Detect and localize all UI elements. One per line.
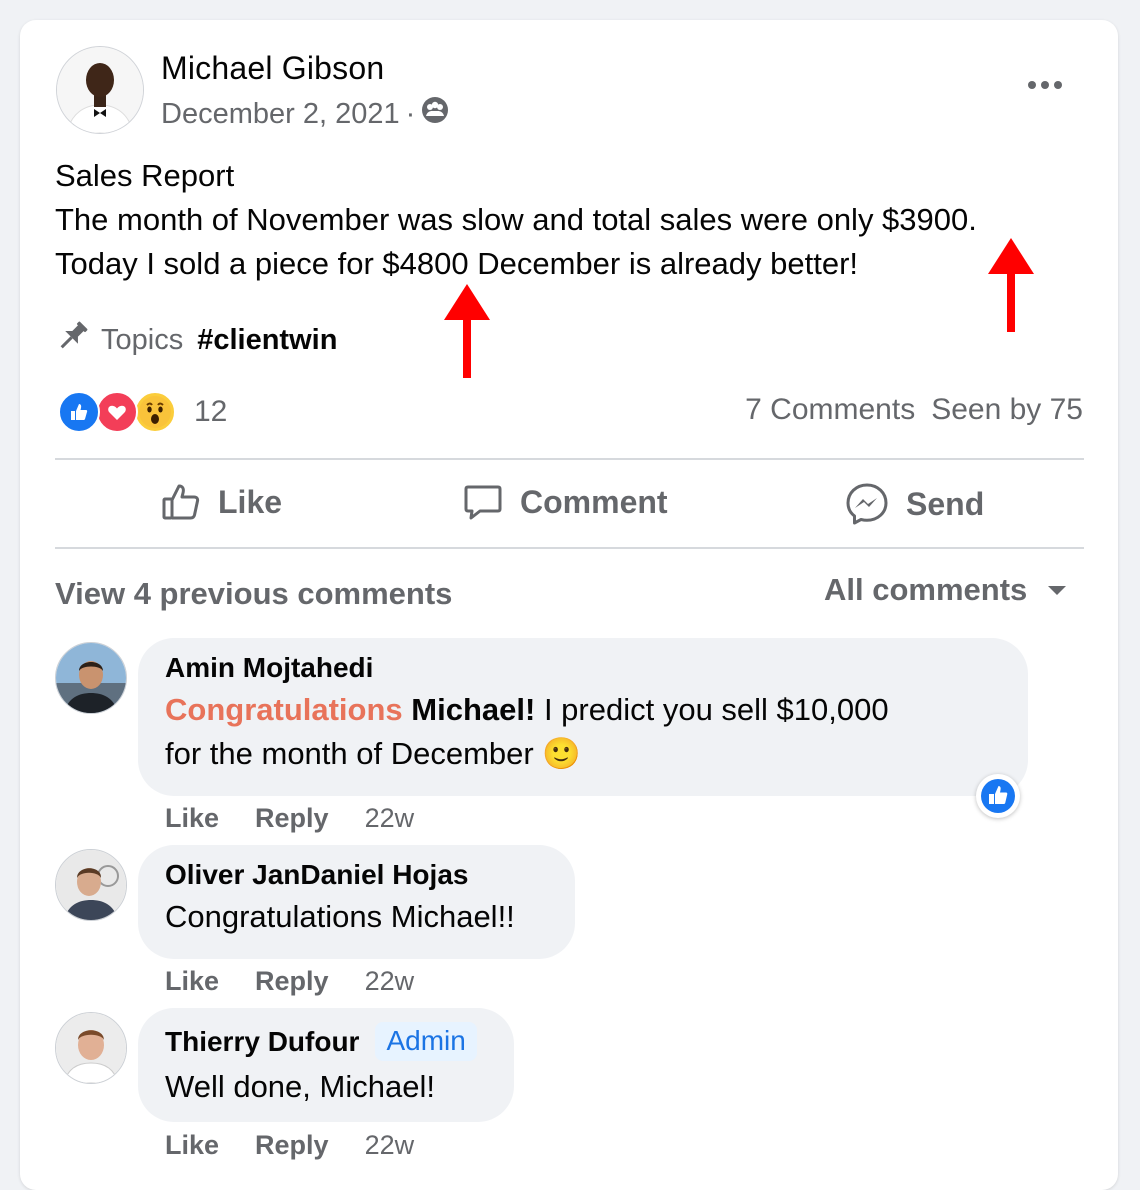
comment-like-link[interactable]: Like [165, 803, 219, 834]
topics-label: Topics [101, 323, 184, 356]
commenter-avatar[interactable] [55, 849, 127, 921]
comment-text-line2: for the month of December [165, 736, 534, 771]
wow-reaction-icon [134, 391, 176, 433]
congrats-highlight: Congratulations [165, 692, 403, 727]
author-avatar[interactable] [56, 46, 144, 134]
author-name[interactable]: Michael Gibson [161, 50, 384, 87]
comment-actions: Like Reply 22w [165, 966, 414, 997]
post-card: Michael Gibson December 2, 2021 · Sales … [20, 20, 1118, 1190]
pin-icon [55, 318, 91, 362]
comment-reply-link[interactable]: Reply [255, 966, 329, 997]
comment-actions: Like Reply 22w [165, 1130, 414, 1161]
like-reaction-icon [58, 391, 100, 433]
group-icon [421, 96, 449, 132]
commenter-name[interactable]: Thierry Dufour [165, 1026, 359, 1058]
post-title: Sales Report [55, 158, 235, 193]
admin-badge: Admin [375, 1022, 477, 1061]
messenger-icon [846, 483, 888, 525]
post-line: The month of November was slow and total… [55, 202, 977, 237]
comment-filter-label: All comments [824, 572, 1028, 607]
meta-separator: · [405, 97, 416, 130]
send-label: Send [906, 485, 985, 522]
comment-like-link[interactable]: Like [165, 1130, 219, 1161]
comment-bubble: Thierry Dufour Admin Well done, Michael! [138, 1008, 514, 1122]
comment-text: Well done, Michael! [165, 1069, 435, 1104]
divider [55, 458, 1084, 460]
comment-text: Congratulations Michael!! [165, 899, 515, 934]
comment-like-link[interactable]: Like [165, 966, 219, 997]
mention-michael[interactable]: Michael! [411, 692, 535, 727]
comment-reply-link[interactable]: Reply [255, 803, 329, 834]
send-button[interactable]: Send [844, 481, 984, 527]
commenter-name-row: Thierry Dufour Admin [165, 1022, 486, 1061]
smiley-emoji: 🙂 [542, 736, 581, 771]
comment-filter-dropdown[interactable]: All comments [824, 572, 1067, 608]
commenter-avatar[interactable] [55, 642, 127, 714]
annotation-arrow-icon [444, 284, 490, 378]
comment-text-rest: I predict you sell $10,000 [535, 692, 889, 727]
comments-count[interactable]: 7 Comments [745, 393, 915, 427]
reaction-count: 12 [194, 395, 228, 428]
post-text: Sales Report The month of November was s… [55, 154, 977, 286]
caret-down-icon [1048, 586, 1067, 595]
topic-tag[interactable]: #clientwin [197, 324, 337, 357]
more-icon [1028, 81, 1036, 89]
comment-bubble: Oliver JanDaniel Hojas Congratulations M… [138, 845, 575, 959]
comment-timestamp[interactable]: 22w [365, 966, 415, 997]
comment-actions: Like Reply 22w [165, 803, 414, 834]
commenter-avatar[interactable] [55, 1012, 127, 1084]
comment-like-reaction[interactable] [976, 774, 1020, 818]
thumbs-up-icon [162, 484, 200, 520]
post-meta: December 2, 2021 · [161, 96, 449, 132]
comment-button[interactable]: Comment [462, 481, 668, 523]
commenter-name[interactable]: Oliver JanDaniel Hojas [165, 859, 547, 891]
comment-timestamp[interactable]: 22w [365, 1130, 415, 1161]
comment-label: Comment [520, 483, 668, 520]
divider [55, 547, 1084, 549]
view-previous-comments[interactable]: View 4 previous comments [55, 576, 452, 612]
comment-text: Congratulations Michael! I predict you s… [165, 688, 1000, 776]
topics-row: Topics #clientwin [55, 318, 337, 362]
post-line: Today I sold a piece for $4800 December … [55, 246, 859, 281]
comment-timestamp[interactable]: 22w [365, 803, 415, 834]
like-label: Like [218, 483, 283, 520]
commenter-name[interactable]: Amin Mojtahedi [165, 652, 1000, 684]
love-reaction-icon [96, 391, 138, 433]
post-stats: 7 Comments Seen by 75 [745, 393, 1083, 427]
like-button[interactable]: Like [160, 481, 282, 523]
annotation-arrow-icon [988, 238, 1034, 332]
comment-bubble: Amin Mojtahedi Congratulations Michael! … [138, 638, 1028, 796]
more-options-button[interactable] [1020, 70, 1070, 100]
comment-icon [464, 485, 502, 520]
like-reaction-icon [981, 779, 1015, 813]
seen-by-count[interactable]: Seen by 75 [931, 393, 1083, 427]
post-date[interactable]: December 2, 2021 [161, 98, 400, 131]
reactions-summary[interactable]: 12 [58, 391, 227, 433]
comment-reply-link[interactable]: Reply [255, 1130, 329, 1161]
